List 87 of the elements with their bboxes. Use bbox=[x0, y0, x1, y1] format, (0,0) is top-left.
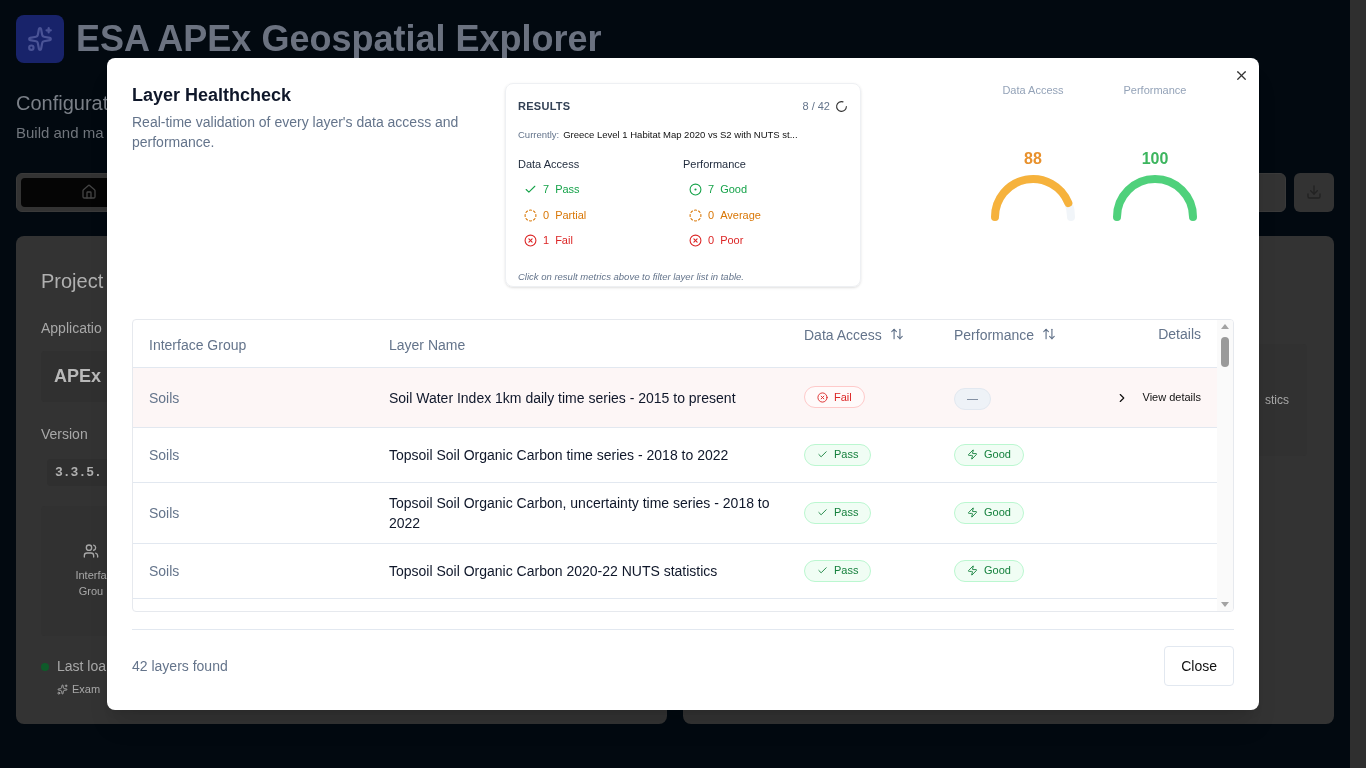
dialog-subtitle: Real-time validation of every layer's data access and performance. bbox=[132, 113, 460, 152]
sortable-column-header[interactable]: Data Access bbox=[804, 325, 904, 343]
table-cell-text: Topsoil Soil Organic Carbon, uncertainty time series - 2018 to 2022 bbox=[389, 494, 771, 533]
stat-label: stics bbox=[1265, 391, 1289, 409]
close-button[interactable]: Close bbox=[1164, 646, 1234, 686]
metric-label: Fail bbox=[555, 233, 573, 249]
page-subtitle: Build and ma bbox=[16, 123, 104, 143]
current-label: Currently: bbox=[518, 127, 560, 142]
check-icon bbox=[524, 183, 537, 196]
metric-count: 0 bbox=[708, 233, 715, 249]
view-details-button[interactable]: View details bbox=[1114, 389, 1201, 406]
metric-count: 0 bbox=[543, 207, 550, 223]
metric-label: Good bbox=[720, 182, 748, 198]
circle-x-icon bbox=[689, 234, 702, 247]
check-icon bbox=[817, 565, 828, 576]
sortable-column-header[interactable]: Performance bbox=[954, 325, 1057, 343]
metric-group-title: Data Access bbox=[518, 156, 580, 172]
results-hint: Click on result metrics above to filter layer list in table. bbox=[518, 269, 745, 284]
status-badge: Pass bbox=[804, 501, 872, 524]
metric-filter[interactable]: 0 Poor bbox=[689, 232, 744, 249]
sparkle-icon bbox=[57, 683, 68, 695]
table-cell: Soils bbox=[149, 505, 180, 521]
column-header: Interface Group bbox=[149, 335, 247, 353]
status-badge: Pass bbox=[804, 443, 872, 466]
card-title: Project bbox=[41, 268, 104, 294]
status-badge: Good bbox=[954, 443, 1024, 466]
status-badge: Pass bbox=[804, 559, 872, 582]
gauge-value: 100 bbox=[1141, 148, 1169, 169]
version-chip: 3.3.5. bbox=[47, 458, 110, 486]
note-text: Exam bbox=[72, 682, 101, 697]
status-text: Last loa bbox=[57, 657, 107, 676]
lightning-icon bbox=[967, 507, 978, 518]
metric-label: Average bbox=[720, 207, 761, 223]
field-label: Applicatio bbox=[41, 318, 102, 338]
table-cell: Soils bbox=[149, 389, 180, 406]
status-badge: Good bbox=[954, 501, 1024, 524]
metric-count: 0 bbox=[708, 207, 715, 223]
page-title: Configurat bbox=[16, 91, 109, 116]
stat-label: Interfa Grou bbox=[74, 567, 108, 599]
metric-count: 7 bbox=[543, 182, 550, 198]
table-cell-text: Topsoil Soil Organic Carbon 2020-22 NUTS statistics bbox=[389, 562, 719, 581]
current-layer: Greece Level 1 Habitat Map 2020 vs S2 with NUTS st... bbox=[563, 127, 798, 142]
check-icon bbox=[817, 449, 828, 460]
metric-count: 7 bbox=[708, 182, 715, 198]
metric-group-title: Performance bbox=[683, 156, 746, 172]
app-logo bbox=[16, 15, 64, 63]
circle-x-icon bbox=[524, 234, 537, 247]
column-header: Details bbox=[1158, 325, 1201, 342]
field-label: Version bbox=[41, 424, 88, 444]
metric-filter[interactable]: 0 Average bbox=[689, 206, 761, 224]
column-header: Layer Name bbox=[389, 335, 466, 353]
table-cell-text: Topsoil Soil Organic Carbon time series - 2018 to 2022 bbox=[389, 446, 730, 465]
table-cell-text: Soil Water Index 1km daily time series - 2015 to present bbox=[389, 388, 737, 408]
metric-filter[interactable]: 7 Pass bbox=[524, 181, 580, 198]
circle-x-icon bbox=[817, 391, 828, 403]
results-heading: RESULTS bbox=[518, 99, 571, 114]
status-badge: Fail bbox=[804, 386, 865, 408]
gauge-label: Performance bbox=[1123, 83, 1187, 98]
gauge-label: Data Access bbox=[1002, 83, 1064, 98]
app-title: ESA APEx Geospatial Explorer bbox=[76, 17, 602, 61]
home-icon bbox=[81, 184, 97, 200]
metric-label: Partial bbox=[555, 207, 587, 223]
metric-filter[interactable]: 7 Good bbox=[689, 181, 748, 198]
progress-count: 8 / 42 bbox=[802, 99, 830, 114]
metric-filter[interactable]: 1 Fail bbox=[524, 232, 573, 249]
close-icon[interactable] bbox=[1234, 68, 1249, 83]
users-icon bbox=[83, 542, 99, 559]
metric-count: 1 bbox=[543, 233, 550, 249]
dashed-circle-icon bbox=[689, 208, 702, 222]
table-cell: Soils bbox=[149, 447, 180, 463]
status-badge: — bbox=[954, 387, 991, 410]
lightning-icon bbox=[967, 449, 978, 460]
dialog-title: Layer Healthcheck bbox=[132, 84, 292, 107]
table-cell: Soils bbox=[149, 563, 180, 579]
metric-label: Poor bbox=[720, 233, 744, 249]
check-icon bbox=[817, 507, 828, 518]
dashed-circle-icon bbox=[524, 208, 537, 222]
spinner-icon bbox=[835, 99, 848, 113]
sort-icon bbox=[1042, 327, 1057, 341]
layer-count: 42 layers found bbox=[132, 656, 228, 676]
sort-icon bbox=[889, 327, 904, 341]
metric-filter[interactable]: 0 Partial bbox=[524, 206, 587, 224]
metric-label: Pass bbox=[555, 182, 580, 198]
lightning-icon bbox=[967, 565, 978, 576]
dotted-circle-icon bbox=[689, 183, 702, 196]
status-badge: Good bbox=[954, 559, 1024, 582]
gauge-value: 88 bbox=[1024, 148, 1042, 169]
